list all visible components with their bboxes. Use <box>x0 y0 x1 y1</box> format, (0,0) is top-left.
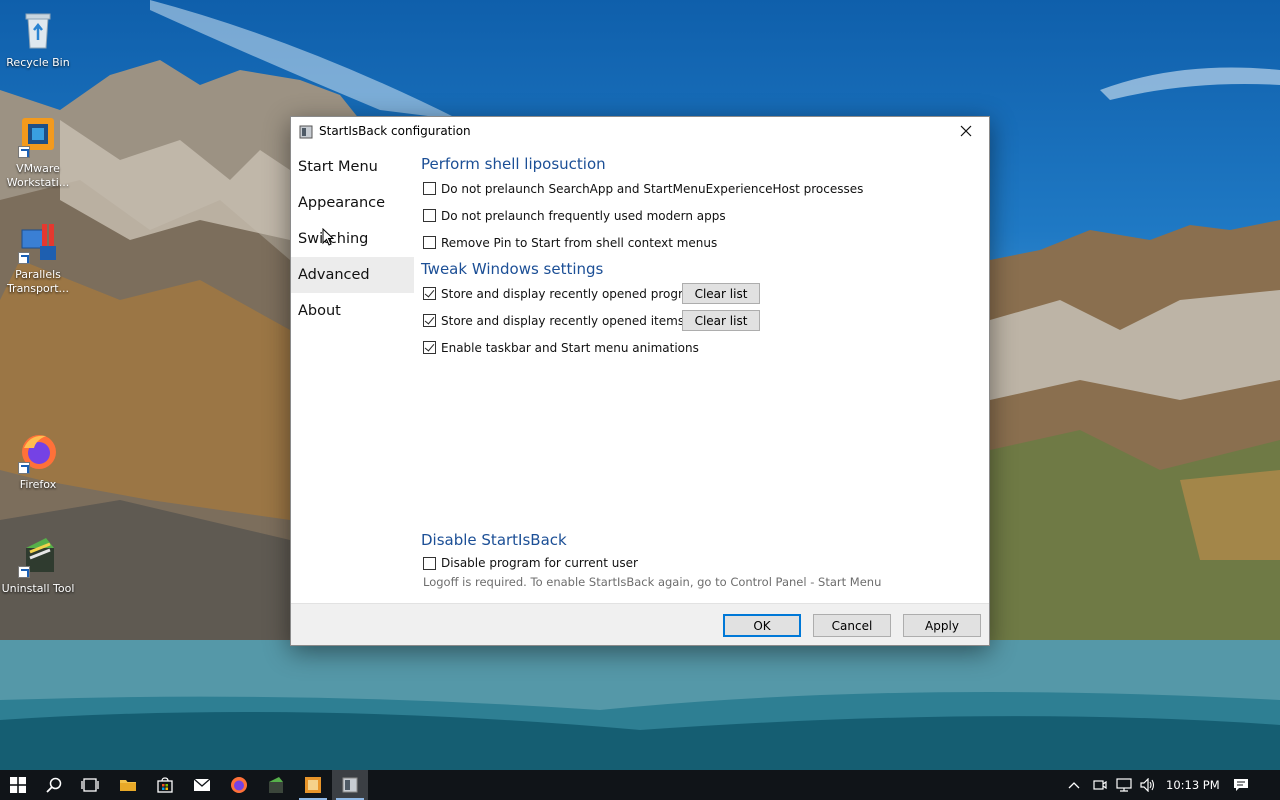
option-label: Store and display recently opened items <box>441 313 685 328</box>
disable-note: Logoff is required. To enable StartIsBac… <box>423 575 882 589</box>
mouse-cursor-icon <box>322 227 335 246</box>
app-icon <box>305 777 321 793</box>
checkbox[interactable] <box>423 287 436 300</box>
desktop-icon-parallels[interactable]: Parallels Transport... <box>0 220 76 296</box>
ok-button[interactable]: OK <box>723 614 801 637</box>
recycle-bin-icon <box>16 8 60 52</box>
notifications-icon <box>1234 779 1248 791</box>
checkbox[interactable] <box>423 209 436 222</box>
option-remove-pin-to-start[interactable]: Remove Pin to Start from shell context m… <box>421 229 981 256</box>
section-heading-disable: Disable StartIsBack <box>421 531 567 549</box>
desktop-icon-recycle-bin[interactable]: Recycle Bin <box>0 8 76 70</box>
task-view-button[interactable] <box>72 770 108 800</box>
task-view-icon <box>81 778 99 792</box>
settings-nav: Start Menu Appearance Switching Advanced… <box>291 149 414 329</box>
desktop-icon-vmware[interactable]: VMware Workstati... <box>0 114 76 190</box>
volume-icon <box>1140 778 1155 792</box>
desktop-icon-label: Recycle Bin <box>6 56 70 69</box>
checkbox[interactable] <box>423 341 436 354</box>
mail-icon <box>193 778 211 791</box>
option-label: Enable taskbar and Start menu animations <box>441 340 699 355</box>
nav-item-switching[interactable]: Switching <box>291 221 414 257</box>
dialog-title: StartIsBack configuration <box>319 124 471 138</box>
option-label: Remove Pin to Start from shell context m… <box>441 235 718 250</box>
option-recent-programs[interactable]: Store and display recently opened progra… <box>421 280 981 307</box>
option-no-prelaunch-modern-apps[interactable]: Do not prelaunch frequently used modern … <box>421 202 981 229</box>
checkbox[interactable] <box>423 236 436 249</box>
startisback-icon <box>342 777 358 793</box>
desktop-icon-label: Uninstall Tool <box>1 582 75 595</box>
search-button[interactable] <box>36 770 72 800</box>
option-recent-items[interactable]: Store and display recently opened items … <box>421 307 981 334</box>
option-disable-program[interactable]: Disable program for current user <box>421 551 981 575</box>
desktop-icon-label: Firefox <box>19 478 57 491</box>
checkbox[interactable] <box>423 556 436 570</box>
option-no-prelaunch-searchapp[interactable]: Do not prelaunch SearchApp and StartMenu… <box>421 175 981 202</box>
parallels-icon <box>16 220 60 264</box>
clear-recent-items-button[interactable]: Clear list <box>682 310 760 331</box>
checkbox[interactable] <box>423 314 436 327</box>
nav-item-start-menu[interactable]: Start Menu <box>291 149 414 185</box>
desktop-icon-label: Parallels Transport... <box>6 268 70 295</box>
apply-button[interactable]: Apply <box>903 614 981 637</box>
nav-item-appearance[interactable]: Appearance <box>291 185 414 221</box>
option-label: Do not prelaunch frequently used modern … <box>441 208 726 223</box>
option-label: Disable program for current user <box>441 556 638 570</box>
search-icon <box>46 777 62 793</box>
startisback-icon <box>299 124 313 139</box>
network-button[interactable] <box>1112 770 1136 800</box>
close-button[interactable] <box>943 117 989 145</box>
close-icon <box>960 125 972 137</box>
section-heading-shell: Perform shell liposuction <box>421 155 606 173</box>
option-animations[interactable]: Enable taskbar and Start menu animations <box>421 334 981 361</box>
taskbar-file-explorer[interactable] <box>110 770 146 800</box>
notifications-button[interactable] <box>1226 770 1256 800</box>
taskbar-app[interactable] <box>295 770 331 800</box>
option-label: Do not prelaunch SearchApp and StartMenu… <box>441 181 864 196</box>
clock[interactable]: 10:13 PM <box>1166 770 1220 800</box>
nav-item-advanced[interactable]: Advanced <box>291 257 414 293</box>
dialog-footer: OK Cancel Apply <box>291 603 989 645</box>
taskbar: 10:13 PM <box>0 770 1280 800</box>
startisback-configuration-dialog: StartIsBack configuration Start Menu App… <box>290 116 990 646</box>
vmware-icon <box>16 114 60 158</box>
taskbar-mail[interactable] <box>184 770 220 800</box>
taskbar-startisback[interactable] <box>332 770 368 800</box>
firefox-icon <box>16 430 60 474</box>
store-icon <box>157 777 173 793</box>
advanced-settings-panel: Perform shell liposuction Do not prelaun… <box>421 153 981 589</box>
nav-item-about[interactable]: About <box>291 293 414 329</box>
meet-now-icon <box>1093 780 1107 790</box>
taskbar-store[interactable] <box>147 770 183 800</box>
clear-recent-programs-button[interactable]: Clear list <box>682 283 760 304</box>
taskbar-uninstall-tool[interactable] <box>258 770 294 800</box>
desktop-icon-firefox[interactable]: Firefox <box>0 430 76 492</box>
dialog-titlebar[interactable]: StartIsBack configuration <box>291 117 989 145</box>
uninstall-tool-icon <box>16 534 60 578</box>
uninstall-tool-icon <box>269 777 283 793</box>
volume-button[interactable] <box>1136 770 1160 800</box>
desktop-icon-uninstall-tool[interactable]: Uninstall Tool <box>0 534 76 596</box>
checkbox[interactable] <box>423 182 436 195</box>
meet-now-button[interactable] <box>1088 770 1112 800</box>
show-hidden-icons-button[interactable] <box>1060 770 1088 800</box>
chevron-up-icon <box>1068 782 1080 789</box>
cancel-button[interactable]: Cancel <box>813 614 891 637</box>
taskbar-firefox[interactable] <box>221 770 257 800</box>
file-explorer-icon <box>120 780 136 791</box>
start-button[interactable] <box>0 770 36 800</box>
start-icon <box>10 777 26 793</box>
firefox-icon <box>231 777 247 793</box>
section-heading-tweak: Tweak Windows settings <box>421 260 604 278</box>
desktop-icon-label: VMware Workstati... <box>6 162 70 189</box>
option-label: Store and display recently opened progra… <box>441 286 709 301</box>
network-icon <box>1116 778 1132 792</box>
